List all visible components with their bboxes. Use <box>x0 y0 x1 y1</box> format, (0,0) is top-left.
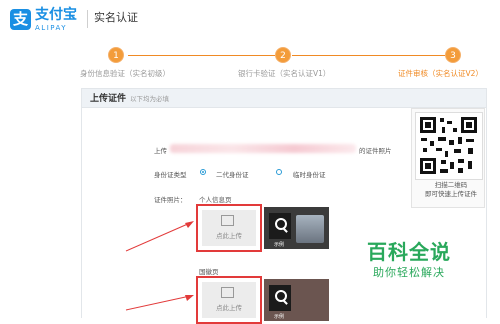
radio-temporary-id[interactable] <box>276 169 282 175</box>
upload-suffix: 的证件照片 <box>359 147 392 155</box>
front-page-label: 个人信息页 <box>199 196 232 204</box>
progress-line-1 <box>128 55 275 56</box>
watermark-title: 百科全说 <box>367 240 451 264</box>
option-second-gen-id[interactable]: 二代身份证 <box>216 169 249 179</box>
progress-line-2 <box>292 55 445 56</box>
radio-second-gen-id[interactable] <box>200 169 206 175</box>
upload-back-button[interactable]: 点此上传 <box>196 276 262 324</box>
zoom-box <box>269 213 291 239</box>
magnifier-handle <box>282 227 288 233</box>
step-2-badge: 2 <box>275 47 291 63</box>
photo-label: 证件照片： <box>154 196 187 204</box>
sample-back-image[interactable]: 示例 <box>264 279 329 321</box>
step-3-label: 证件审核（实名认证V2） <box>398 69 483 78</box>
qr-caption-line2: 即可快速上传证件 <box>425 190 477 198</box>
sample-front-label: 示例 <box>274 242 285 248</box>
qr-caption-line1: 扫描二维码 <box>434 181 468 189</box>
annotation-arrow-1 <box>125 221 194 252</box>
masked-name <box>170 144 356 153</box>
header-divider <box>87 10 88 28</box>
logo-subtext: ALIPAY <box>35 24 68 32</box>
logo-text[interactable]: 支付宝 <box>35 7 77 23</box>
id-type-label: 身份证类型 <box>154 171 187 179</box>
page-title: 实名认证 <box>94 11 138 24</box>
qr-code-icon[interactable] <box>415 112 483 180</box>
step-1-label: 身份信息验证（实名初级） <box>80 69 170 78</box>
magnifier-handle <box>282 299 288 305</box>
section-subtitle: 以下均为必填 <box>130 95 169 103</box>
upload-prefix: 上传 <box>154 147 167 155</box>
option-temporary-id[interactable]: 临时身份证 <box>293 169 326 179</box>
sample-back-label: 示例 <box>274 314 285 320</box>
upload-front-label: 点此上传 <box>216 232 242 240</box>
image-icon <box>221 215 234 226</box>
watermark-subtitle: 助你轻松解决 <box>373 266 445 279</box>
sample-front-image[interactable]: 示例 <box>264 207 329 249</box>
qr-caption: 扫描二维码 即可快速上传证件 <box>418 181 484 199</box>
back-page-label: 国徽页 <box>199 268 219 276</box>
annotation-arrow-2 <box>125 295 194 311</box>
alipay-logo-icon[interactable]: 支 <box>10 9 31 30</box>
section-title: 上传证件 <box>90 94 127 104</box>
image-icon <box>221 287 234 298</box>
zoom-box <box>269 285 291 311</box>
step-2-label: 银行卡验证（实名认证V1） <box>238 69 331 78</box>
upload-front-button[interactable]: 点此上传 <box>196 204 262 252</box>
step-1-badge: 1 <box>108 47 124 63</box>
id-photo-sample <box>296 215 324 243</box>
step-3-badge: 3 <box>445 47 461 63</box>
